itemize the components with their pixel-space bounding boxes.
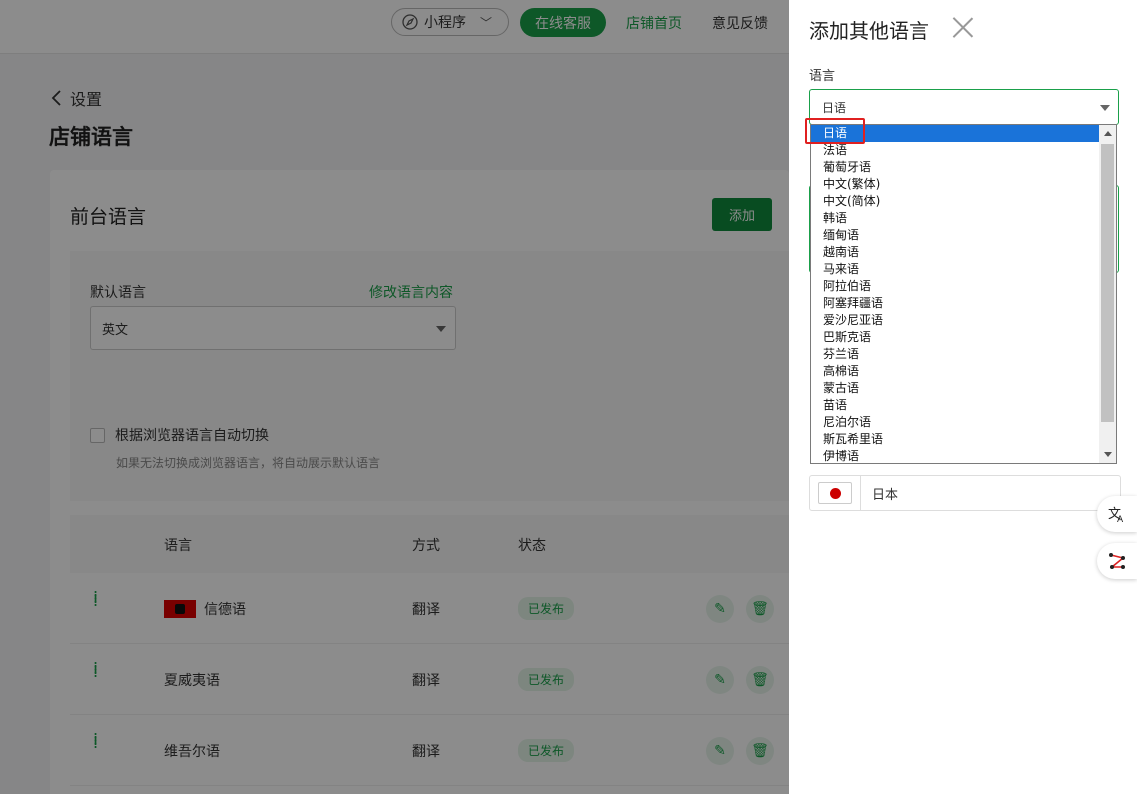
caret-down-icon: [1100, 105, 1110, 111]
dropdown-option[interactable]: 伊博语: [811, 448, 1101, 463]
dropdown-option[interactable]: 爱沙尼亚语: [811, 312, 1101, 329]
highlight-annotation-box: [805, 118, 865, 144]
scroll-up-arrow-icon[interactable]: [1099, 125, 1116, 142]
dropdown-option[interactable]: 尼泊尔语: [811, 414, 1101, 431]
flag-select[interactable]: 日本: [809, 475, 1121, 511]
dropdown-option[interactable]: 蒙古语: [811, 380, 1101, 397]
scroll-down-arrow-icon[interactable]: [1099, 446, 1116, 463]
language-select-value: 日语: [822, 100, 847, 115]
dropdown-option[interactable]: 葡萄牙语: [811, 159, 1101, 176]
svg-text:A: A: [1117, 515, 1124, 524]
dropdown-option[interactable]: 中文(繁体): [811, 176, 1101, 193]
dropdown-option[interactable]: 苗语: [811, 397, 1101, 414]
dropdown-scrollbar[interactable]: [1099, 125, 1116, 463]
dropdown-option[interactable]: 中文(简体): [811, 193, 1101, 210]
dropdown-option[interactable]: 法语: [811, 142, 1101, 159]
network-float-button[interactable]: [1097, 543, 1137, 579]
add-language-drawer: 添加其他语言 语言 日语 日本 日语 法语 葡萄牙语 中文(繁体) 中文(简体) 韩语 缅甸…: [789, 0, 1137, 794]
dropdown-option[interactable]: 马来语: [811, 261, 1101, 278]
network-nodes-icon: [1109, 553, 1125, 569]
dropdown-option[interactable]: 阿拉伯语: [811, 278, 1101, 295]
dropdown-option[interactable]: 越南语: [811, 244, 1101, 261]
translate-icon: 文A: [1108, 507, 1124, 524]
dropdown-option[interactable]: 高棉语: [811, 363, 1101, 380]
close-icon[interactable]: [952, 16, 974, 38]
dropdown-option[interactable]: 芬兰语: [811, 346, 1101, 363]
modal-overlay[interactable]: [0, 0, 789, 794]
divider: [860, 476, 861, 510]
flag-name: 日本: [872, 487, 899, 503]
japan-flag-icon: [818, 482, 852, 504]
dropdown-option[interactable]: 阿塞拜疆语: [811, 295, 1101, 312]
scrollbar-thumb[interactable]: [1101, 144, 1114, 422]
language-dropdown-list[interactable]: 日语 法语 葡萄牙语 中文(繁体) 中文(简体) 韩语 缅甸语 越南语 马来语 阿拉伯语 阿塞拜疆语…: [810, 124, 1117, 464]
drawer-title: 添加其他语言: [809, 19, 929, 43]
dropdown-option[interactable]: 韩语: [811, 210, 1101, 227]
dropdown-option[interactable]: 巴斯克语: [811, 329, 1101, 346]
language-field-label: 语言: [809, 69, 836, 84]
dropdown-option[interactable]: 缅甸语: [811, 227, 1101, 244]
translate-float-button[interactable]: 文A: [1097, 496, 1137, 532]
dropdown-option[interactable]: 斯瓦希里语: [811, 431, 1101, 448]
